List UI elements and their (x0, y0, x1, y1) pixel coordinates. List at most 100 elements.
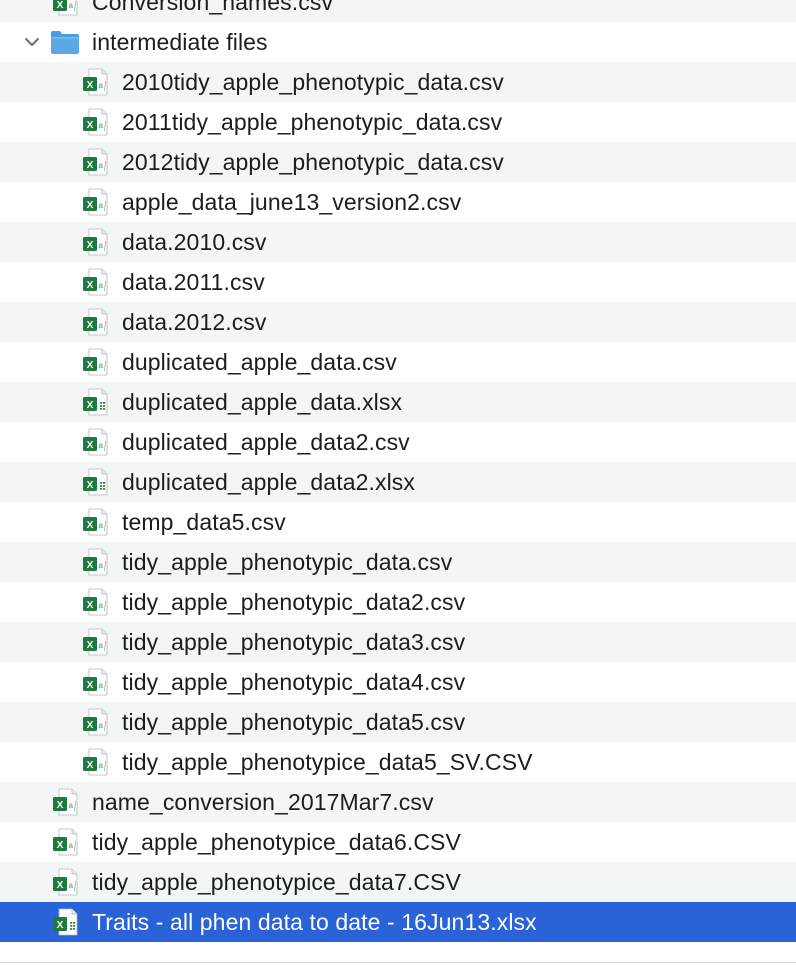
svg-text:a: a (99, 281, 104, 290)
file-name: tidy_apple_phenotypic_data2.csv (122, 589, 466, 615)
svg-text:X: X (87, 720, 94, 731)
file-name: 2012tidy_apple_phenotypic_data.csv (122, 149, 504, 175)
svg-text:a: a (69, 881, 74, 890)
file-row-duplicated-apple-data2-xlsx[interactable]: Xduplicated_apple_data2.xlsx (0, 462, 796, 502)
svg-text:X: X (87, 520, 94, 531)
svg-text:a: a (99, 441, 104, 450)
svg-text:X: X (87, 440, 94, 451)
svg-text:a: a (69, 841, 74, 850)
file-row-2012tidy-apple-phenotypic-data-csv[interactable]: Xa 2012tidy_apple_phenotypic_data.csv (0, 142, 796, 182)
file-name: data.2011.csv (122, 269, 265, 295)
svg-text:X: X (87, 120, 94, 131)
svg-text:a: a (99, 121, 104, 130)
file-row-tidy-apple-phenotypic-data2-csv[interactable]: Xa tidy_apple_phenotypic_data2.csv (0, 582, 796, 622)
svg-text:X: X (57, 880, 64, 891)
file-row-name-conversion-2017mar7-csv[interactable]: Xa name_conversion_2017Mar7.csv (0, 782, 796, 822)
excel-csv-icon: Xa (80, 547, 110, 577)
svg-text:X: X (57, 0, 64, 11)
file-row-tidy-apple-phenotypic-data-csv[interactable]: Xa tidy_apple_phenotypic_data.csv (0, 542, 796, 582)
file-name: tidy_apple_phenotypic_data.csv (122, 549, 453, 575)
file-name: duplicated_apple_data2.csv (122, 429, 410, 455)
file-name: tidy_apple_phenotypic_data3.csv (122, 629, 466, 655)
file-name: intermediate files (92, 29, 268, 55)
svg-text:X: X (87, 280, 94, 291)
svg-text:X: X (57, 800, 64, 811)
svg-text:X: X (87, 160, 94, 171)
svg-text:a: a (69, 801, 74, 810)
excel-csv-icon: Xa (80, 667, 110, 697)
svg-text:X: X (87, 400, 94, 411)
svg-text:a: a (99, 241, 104, 250)
svg-text:a: a (99, 641, 104, 650)
folder-icon (50, 27, 80, 57)
excel-csv-icon: Xa (80, 427, 110, 457)
file-row-data-2012-csv[interactable]: Xa data.2012.csv (0, 302, 796, 342)
file-name: Conversion_names.csv (92, 0, 334, 15)
excel-csv-icon: Xa (80, 307, 110, 337)
svg-text:X: X (87, 600, 94, 611)
file-row-traits-all-phen-data-to-date-16jun13-xlsx[interactable]: X Traits - all phen data to date - 16Jun1… (0, 902, 796, 942)
file-row-temp-data5-csv[interactable]: Xa temp_data5.csv (0, 502, 796, 542)
excel-csv-icon: Xa (80, 507, 110, 537)
excel-csv-icon: Xa (80, 107, 110, 137)
file-name: temp_data5.csv (122, 509, 286, 535)
file-name: name_conversion_2017Mar7.csv (92, 789, 434, 815)
svg-text:a: a (99, 361, 104, 370)
chevron-down-icon[interactable] (22, 32, 42, 52)
file-name: tidy_apple_phenotypic_data5.csv (122, 709, 466, 735)
file-row-tidy-apple-phenotypic-data3-csv[interactable]: Xa tidy_apple_phenotypic_data3.csv (0, 622, 796, 662)
file-row-tidy-apple-phenotypic-data5-csv[interactable]: Xa tidy_apple_phenotypic_data5.csv (0, 702, 796, 742)
file-row-tidy-apple-phenotypice-data5-sv-csv[interactable]: Xa tidy_apple_phenotypice_data5_SV.CSV (0, 742, 796, 782)
file-name: tidy_apple_phenotypice_data6.CSV (92, 829, 461, 855)
excel-csv-icon: Xa (80, 587, 110, 617)
svg-text:X: X (87, 560, 94, 571)
svg-text:X: X (87, 480, 94, 491)
svg-text:X: X (87, 680, 94, 691)
svg-text:X: X (87, 320, 94, 331)
svg-text:X: X (57, 840, 64, 851)
excel-xlsx-icon: X (80, 387, 110, 417)
file-row-conversion-names-csv[interactable]: Xa Conversion_names.csv (0, 0, 796, 22)
file-name: duplicated_apple_data2.xlsx (122, 469, 415, 495)
file-name: tidy_apple_phenotypice_data5_SV.CSV (122, 749, 533, 775)
file-name: tidy_apple_phenotypic_data4.csv (122, 669, 466, 695)
file-row-tidy-apple-phenotypic-data4-csv[interactable]: Xa tidy_apple_phenotypic_data4.csv (0, 662, 796, 702)
excel-xlsx-icon: X (80, 467, 110, 497)
file-row-duplicated-apple-data2-csv[interactable]: Xa duplicated_apple_data2.csv (0, 422, 796, 462)
file-row-duplicated-apple-data-csv[interactable]: Xa duplicated_apple_data.csv (0, 342, 796, 382)
excel-csv-icon: Xa (80, 707, 110, 737)
file-row-duplicated-apple-data-xlsx[interactable]: Xduplicated_apple_data.xlsx (0, 382, 796, 422)
file-name: apple_data_june13_version2.csv (122, 189, 462, 215)
excel-csv-icon: Xa (80, 347, 110, 377)
svg-text:X: X (87, 200, 94, 211)
excel-csv-icon: Xa (80, 747, 110, 777)
file-name: 2010tidy_apple_phenotypic_data.csv (122, 69, 504, 95)
svg-text:a: a (99, 321, 104, 330)
svg-text:a: a (99, 561, 104, 570)
excel-csv-icon: Xa (80, 67, 110, 97)
file-row-data-2010-csv[interactable]: Xa data.2010.csv (0, 222, 796, 262)
svg-text:X: X (87, 640, 94, 651)
excel-csv-icon: Xa (50, 827, 80, 857)
file-name: 2011tidy_apple_phenotypic_data.csv (122, 109, 503, 135)
svg-text:X: X (87, 360, 94, 371)
file-name: tidy_apple_phenotypice_data7.CSV (92, 869, 461, 895)
file-row-tidy-apple-phenotypice-data6-csv[interactable]: Xa tidy_apple_phenotypice_data6.CSV (0, 822, 796, 862)
excel-csv-icon: Xa (50, 0, 80, 17)
svg-text:a: a (99, 521, 104, 530)
svg-text:a: a (99, 81, 104, 90)
file-row-apple-data-june13-version2-csv[interactable]: Xa apple_data_june13_version2.csv (0, 182, 796, 222)
excel-csv-icon: Xa (50, 867, 80, 897)
file-row-tidy-apple-phenotypice-data7-csv[interactable]: Xa tidy_apple_phenotypice_data7.CSV (0, 862, 796, 902)
excel-csv-icon: Xa (50, 787, 80, 817)
excel-csv-icon: Xa (80, 147, 110, 177)
file-name: duplicated_apple_data.csv (122, 349, 397, 375)
folder-row-intermediate-files[interactable]: intermediate files (0, 22, 796, 62)
svg-text:X: X (87, 760, 94, 771)
file-row-2010tidy-apple-phenotypic-data-csv[interactable]: Xa 2010tidy_apple_phenotypic_data.csv (0, 62, 796, 102)
file-row-2011tidy-apple-phenotypic-data-csv[interactable]: Xa 2011tidy_apple_phenotypic_data.csv (0, 102, 796, 142)
file-row-data-2011-csv[interactable]: Xa data.2011.csv (0, 262, 796, 302)
file-name: data.2010.csv (122, 229, 267, 255)
excel-csv-icon: Xa (80, 627, 110, 657)
excel-xlsx-icon: X (50, 907, 80, 937)
